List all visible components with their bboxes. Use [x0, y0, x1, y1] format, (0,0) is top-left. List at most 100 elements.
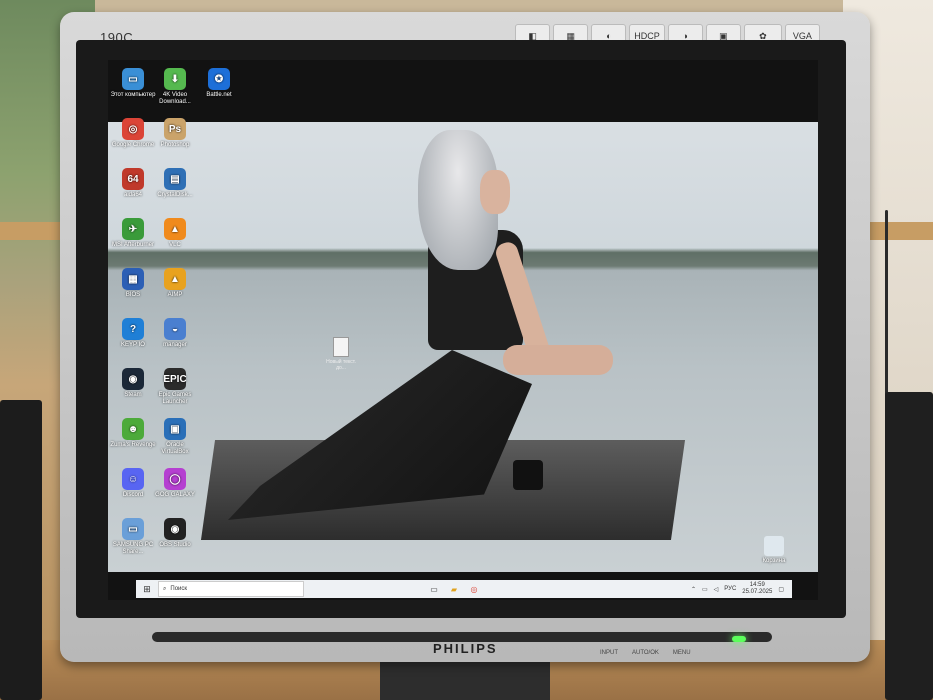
control-autook[interactable]: AUTO/OK	[632, 650, 659, 656]
desktop-icon-crystaldisk-[interactable]: ▤ CrystalDisk...	[152, 168, 198, 199]
desktop-icon-zuma-s-revenge[interactable]: ☻ Zuma's Revenge	[110, 418, 156, 449]
desktop-icon-keyp-io[interactable]: ? KEYP IO	[110, 318, 156, 349]
desktop-icon-label: Zuma's Revenge	[110, 442, 156, 448]
desktop-icon-steam[interactable]: ◉ Steam	[110, 368, 156, 399]
desktop-icon-label: Oracle VirtualBox	[161, 442, 189, 455]
app-icon: ▲	[164, 218, 186, 240]
volume-icon[interactable]: ◁	[714, 586, 719, 593]
desktop-icon-discord[interactable]: ☺ Discord	[110, 468, 156, 499]
app-icon: ✪	[208, 68, 230, 90]
app-icon: ▦	[122, 268, 144, 290]
notification-icon[interactable]: ▢	[778, 586, 784, 593]
desktop-icon-google-chrome[interactable]: ◎ Google Chrome	[110, 118, 156, 149]
file-explorer-icon[interactable]: ▰	[444, 585, 464, 594]
desktop-icon-label: CrystalDisk...	[157, 192, 193, 198]
desktop-icon-vlc[interactable]: ▲ VLC	[152, 218, 198, 249]
clock-date: 25.07.2025	[742, 589, 773, 595]
recycle-bin-icon	[764, 536, 784, 556]
desktop-icon-label: GOG GALAXY	[155, 492, 195, 498]
app-icon: ⬇	[164, 68, 186, 90]
power-led[interactable]	[732, 636, 746, 642]
desktop-icon-samsung-pc-share-[interactable]: ▭ SAMSUNG PC Share...	[110, 518, 156, 556]
app-icon: ▭	[122, 68, 144, 90]
system-tray: ⌃ ▭ ◁ РУС 14:59 25.07.2025 ▢	[691, 582, 792, 596]
taskbar: ⊞ ⌕ Поиск ▭ ▰ ◎ ⌃ ▭ ◁ РУС 14:59 25.07.20…	[136, 580, 792, 598]
language-indicator[interactable]: РУС	[724, 586, 736, 592]
clock-time: 14:59	[749, 582, 765, 588]
app-icon: ▤	[164, 168, 186, 190]
desktop-icon-label: Steam	[124, 392, 142, 398]
app-icon: ◒	[164, 318, 186, 340]
wallpaper-woman-leg	[503, 345, 613, 375]
brand-logo: PHILIPS	[433, 641, 498, 656]
search-box[interactable]: ⌕ Поиск	[158, 581, 304, 597]
control-input[interactable]: INPUT	[600, 650, 618, 656]
wallpaper-woman-boot	[513, 460, 543, 490]
desktop-icon-label: SAMSUNG PC Share...	[112, 542, 154, 555]
desktop-icon-msi-afterburner[interactable]: ✈ MSI Afterburner	[110, 218, 156, 249]
cable	[885, 210, 888, 400]
app-icon: EPIC	[163, 368, 187, 390]
monitor-stand	[380, 660, 550, 700]
recycle-bin-label: Корзина	[762, 558, 786, 564]
app-icon: Ps	[164, 118, 186, 140]
app-icon: ☺	[122, 468, 144, 490]
desktop-icon-label: Photoshop	[160, 142, 190, 148]
chrome-taskbar-icon[interactable]: ◎	[464, 585, 484, 594]
desktop-icon-gog-galaxy[interactable]: ◯ GOG GALAXY	[152, 468, 198, 499]
app-icon: 64	[122, 168, 144, 190]
desktop-file[interactable]: Новый текст. до...	[326, 337, 356, 371]
desktop-screen: ▭ Этот компьютер ⬇ 4K Video Download... ✪ Bat…	[108, 60, 818, 600]
desktop-icon-label: manager	[163, 342, 187, 348]
task-view-icon[interactable]: ▭	[424, 585, 444, 594]
desktop-icon-manager[interactable]: ◒ manager	[152, 318, 198, 349]
desktop-icon-battle-net[interactable]: ✪ Battle.net	[196, 68, 242, 99]
desktop-icon-4k-video-download-[interactable]: ⬇ 4K Video Download...	[152, 68, 198, 106]
app-icon: ◯	[164, 468, 186, 490]
desktop-icon-label: Epic Games Launcher	[158, 392, 192, 405]
app-icon: ✈	[122, 218, 144, 240]
desktop-file-label: Новый текст. до...	[326, 359, 356, 371]
desktop-icon-label: aida64	[123, 192, 143, 198]
desktop-icon-label: Этот компьютер	[110, 92, 156, 98]
desktop-icon-label: OBS Studio	[159, 542, 191, 548]
desktop-icon-label: 4K Video Download...	[159, 92, 191, 105]
app-icon: ▭	[122, 518, 144, 540]
app-icon: ▣	[164, 418, 186, 440]
app-icon: ?	[122, 318, 144, 340]
document-icon	[333, 337, 349, 357]
app-icon: ◎	[122, 118, 144, 140]
app-icon: ◉	[122, 368, 144, 390]
search-icon: ⌕	[163, 585, 167, 592]
desktop-icon-aimp[interactable]: ▲ AIMP	[152, 268, 198, 299]
clock[interactable]: 14:59 25.07.2025	[742, 582, 772, 596]
desktop-icon-label: MSI Afterburner	[111, 242, 155, 248]
app-icon: ▲	[164, 268, 186, 290]
chevron-up-icon[interactable]: ⌃	[691, 586, 696, 593]
start-button[interactable]: ⊞	[136, 584, 158, 595]
desktop-icon-oracle-virtualbox[interactable]: ▣ Oracle VirtualBox	[152, 418, 198, 456]
control-menu[interactable]: MENU	[673, 650, 691, 656]
desktop-icon-epic-games-launcher[interactable]: EPIC Epic Games Launcher	[152, 368, 198, 406]
desktop-icon-этот-компьютер[interactable]: ▭ Этот компьютер	[110, 68, 156, 99]
desktop-icon-label: Battle.net	[206, 92, 232, 98]
desktop-icon-obs-studio[interactable]: ◉ OBS Studio	[152, 518, 198, 549]
desktop-icon-label: VLC	[169, 242, 181, 248]
wallpaper-woman-face	[480, 170, 510, 214]
desktop-icon-label: AIMP	[167, 292, 183, 298]
app-icon: ◉	[164, 518, 186, 540]
search-placeholder: Поиск	[170, 586, 188, 592]
desktop-icon-label: Discord	[122, 492, 144, 498]
desktop-icon-label: BIOS	[125, 292, 141, 298]
desktop-icon-label: Google Chrome	[111, 142, 155, 148]
app-icon: ☻	[122, 418, 144, 440]
speaker-right	[885, 392, 933, 700]
desktop-icon-aida64[interactable]: 64 aida64	[110, 168, 156, 199]
network-icon[interactable]: ▭	[702, 586, 708, 593]
desktop-icon-photoshop[interactable]: Ps Photoshop	[152, 118, 198, 149]
speaker-left	[0, 400, 42, 700]
monitor-controls: INPUT AUTO/OK MENU	[600, 650, 691, 656]
desktop-icon-label: KEYP IO	[121, 342, 145, 348]
desktop-icon-bios[interactable]: ▦ BIOS	[110, 268, 156, 299]
recycle-bin[interactable]: Корзина	[752, 536, 796, 564]
